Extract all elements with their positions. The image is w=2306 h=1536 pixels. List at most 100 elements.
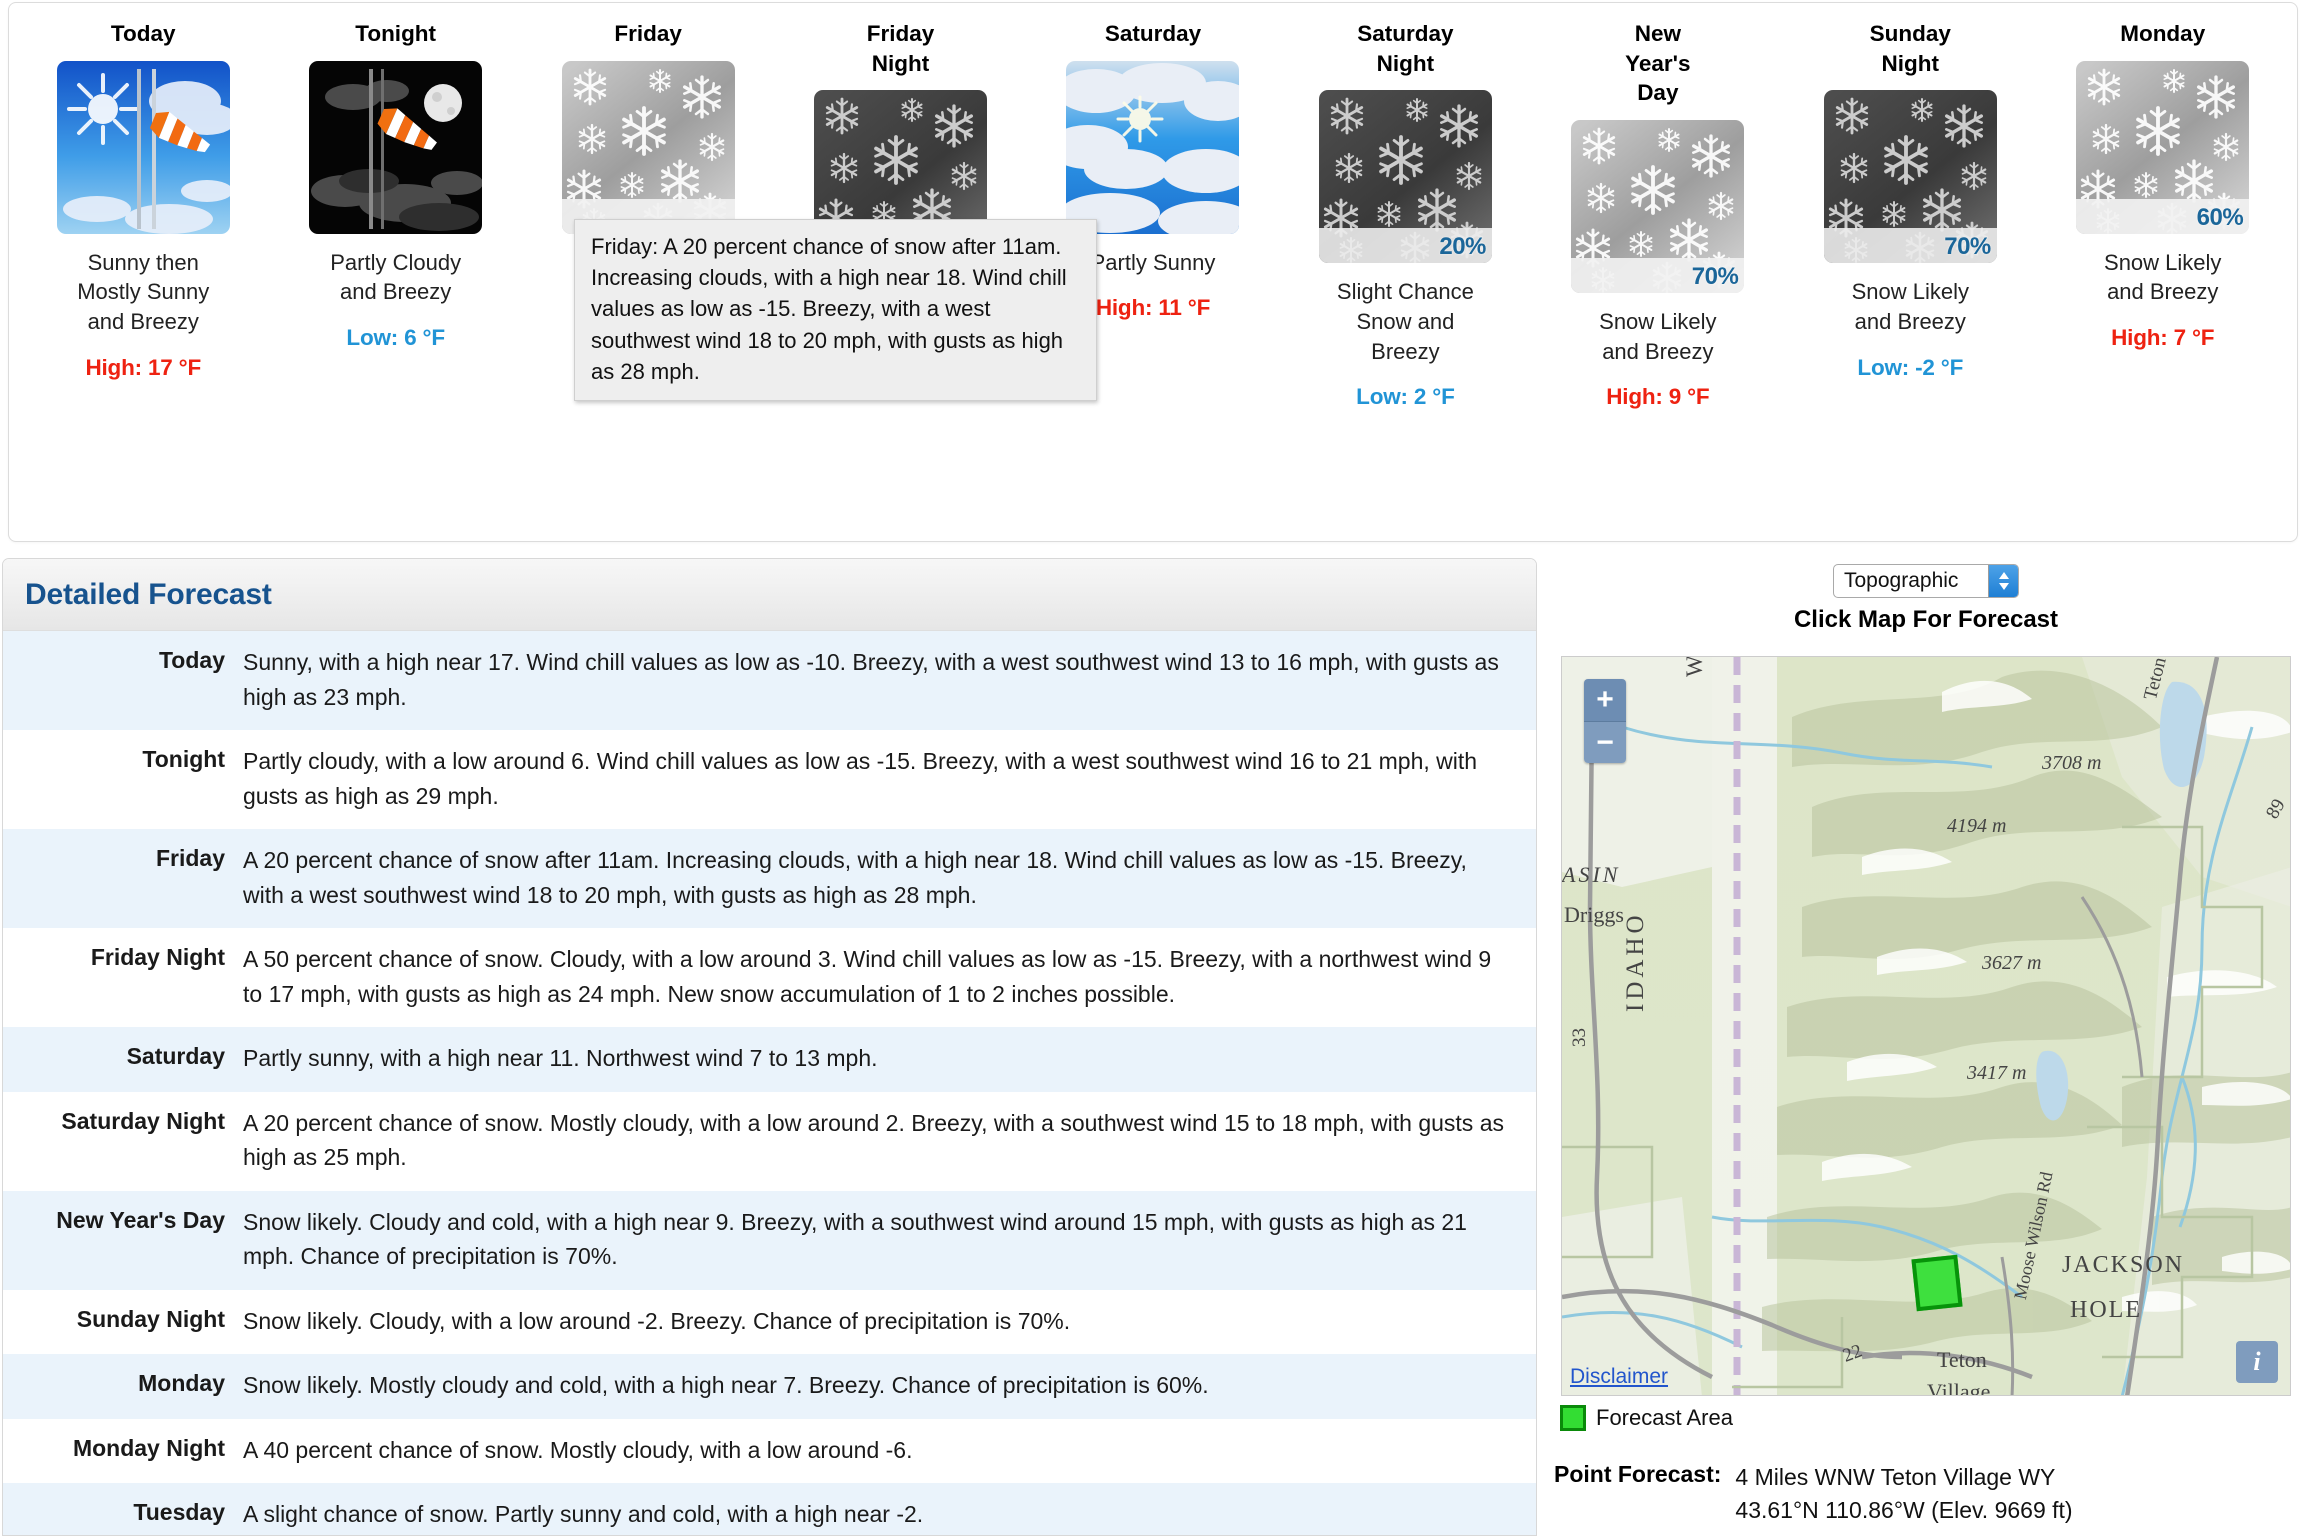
forecast-period[interactable]: Saturday Night 20% Slight Chance Snow and… bbox=[1279, 3, 1531, 541]
period-temperature: High: 17 °F bbox=[85, 354, 201, 380]
snow-night-icon: 20% bbox=[1318, 90, 1492, 264]
forecast-detail-text: Snow likely. Cloudy and cold, with a hig… bbox=[243, 1208, 1467, 1270]
forecast-detail-text: Snow likely. Cloudy, with a low around -… bbox=[243, 1307, 1071, 1334]
forecast-map[interactable]: WYOMASINDriggs3708 m4194 m3627 m3417 m33… bbox=[1561, 656, 2291, 1396]
sunny-windy-icon bbox=[56, 60, 230, 234]
chevron-updown-icon[interactable] bbox=[1988, 565, 2018, 597]
snow-day-icon bbox=[561, 60, 735, 234]
forecast-detail-period: Saturday bbox=[126, 1043, 225, 1069]
forecast-area-marker bbox=[1911, 1254, 1963, 1312]
forecast-tooltip: Friday: A 20 percent chance of snow afte… bbox=[574, 219, 1097, 402]
period-temperature: High: 11 °F bbox=[1095, 295, 1211, 321]
forecast-area-swatch bbox=[1560, 1405, 1586, 1431]
forecast-detail-row: Friday Night A 50 percent chance of snow.… bbox=[3, 928, 1536, 1027]
forecast-detail-period: Monday Night bbox=[72, 1434, 225, 1461]
forecast-detail-period: Tonight bbox=[142, 746, 225, 772]
period-name: New Year's Day bbox=[1625, 21, 1691, 106]
map-controls: Topographic Click Map For Forecast bbox=[1546, 558, 2306, 634]
point-forecast-block: Point Forecast: 4 Miles WNW Teton Villag… bbox=[1554, 1461, 2306, 1526]
snow-day-icon: 70% bbox=[1571, 120, 1745, 294]
detailed-forecast-header: Detailed Forecast bbox=[3, 559, 1536, 631]
forecast-detail-text: A 20 percent chance of snow. Mostly clou… bbox=[243, 1109, 1504, 1171]
period-temperature: High: 7 °F bbox=[2111, 325, 2215, 351]
click-map-label: Click Map For Forecast bbox=[1793, 606, 2059, 633]
snow-day-icon: 60% bbox=[2076, 60, 2250, 234]
forecast-detail-period: Friday Night bbox=[90, 944, 225, 970]
period-name: Monday bbox=[2120, 21, 2206, 46]
period-name: Sunday Night bbox=[1869, 21, 1951, 76]
forecast-detail-period: Saturday Night bbox=[61, 1107, 225, 1134]
period-temperature: Low: 6 °F bbox=[346, 325, 445, 351]
forecast-area-label: Forecast Area bbox=[1596, 1405, 1733, 1430]
info-icon[interactable]: i bbox=[2236, 1341, 2278, 1383]
map-layer-select[interactable]: Topographic bbox=[1833, 564, 2019, 598]
forecast-detail-text: Sunny, with a high near 17. Wind chill v… bbox=[243, 649, 1499, 710]
forecast-period[interactable]: Monday 60% Snow Likely and Breezy High: 7 … bbox=[2037, 3, 2289, 541]
forecast-detail-period: Friday bbox=[155, 845, 225, 871]
period-name: Friday Night bbox=[866, 21, 935, 76]
period-short-description: Partly Cloudy and Breezy bbox=[330, 249, 462, 305]
precip-probability-badge: 70% bbox=[1691, 263, 1739, 291]
precip-probability-badge: 60% bbox=[2196, 203, 2244, 231]
forecast-period[interactable]: Today Sunny then Mostly Sunny and Breezy… bbox=[17, 3, 269, 541]
forecast-detail-text: Partly sunny, with a high near 11. North… bbox=[243, 1045, 878, 1071]
period-short-description: Snow Likely and Breezy bbox=[1851, 279, 1969, 335]
map-panel: Topographic Click Map For Forecast ASIN … bbox=[1546, 558, 2306, 1536]
snow-night-icon: 70% bbox=[1823, 90, 1997, 264]
forecast-detail-row: Saturday Partly sunny, with a high near 1… bbox=[3, 1027, 1536, 1092]
period-name: Saturday bbox=[1104, 21, 1202, 46]
period-name: Today bbox=[110, 21, 176, 46]
zoom-in-button[interactable]: + bbox=[1584, 679, 1626, 721]
forecast-period-list: Today Sunny then Mostly Sunny and Breezy… bbox=[9, 3, 2297, 541]
detailed-forecast-title: Detailed Forecast bbox=[25, 577, 272, 611]
period-name: Tonight bbox=[355, 21, 437, 46]
map-zoom-controls[interactable]: + − bbox=[1584, 679, 1626, 763]
forecast-period[interactable]: New Year's Day 70% Snow Likely and Breezy… bbox=[1532, 3, 1784, 541]
detailed-forecast-panel: Detailed Forecast Today Sunny, with a hig… bbox=[2, 558, 1537, 1536]
period-temperature: High: 9 °F bbox=[1606, 384, 1710, 410]
precip-probability-badge: 70% bbox=[1944, 233, 1991, 261]
point-forecast-value: 4 Miles WNW Teton Village WY 43.61°N 110… bbox=[1735, 1461, 2072, 1526]
point-forecast-place: 4 Miles WNW Teton Village WY bbox=[1735, 1464, 2056, 1490]
forecast-detail-row: Friday A 20 percent chance of snow after … bbox=[3, 829, 1536, 928]
period-short-description: Snow Likely and Breezy bbox=[2104, 249, 2222, 305]
forecast-period[interactable]: Tonight Partly Cloudy and Breezy Low: 6 … bbox=[269, 3, 521, 541]
forecast-detail-row: Today Sunny, with a high near 17. Wind ch… bbox=[3, 631, 1536, 730]
forecast-detail-text: A 50 percent chance of snow. Cloudy, wit… bbox=[243, 946, 1492, 1007]
zoom-out-button[interactable]: − bbox=[1584, 721, 1626, 763]
period-short-description: Partly Sunny bbox=[1090, 249, 1216, 275]
period-short-description: Snow Likely and Breezy bbox=[1599, 309, 1717, 364]
period-name: Saturday Night bbox=[1357, 21, 1454, 76]
forecast-detail-row: Tuesday A slight chance of snow. Partly s… bbox=[3, 1483, 1536, 1535]
period-temperature: Low: -2 °F bbox=[1857, 354, 1964, 380]
forecast-detail-text: A slight chance of snow. Partly sunny an… bbox=[243, 1501, 924, 1527]
period-temperature: Low: 2 °F bbox=[1356, 384, 1455, 410]
detailed-forecast-rows: Today Sunny, with a high near 17. Wind ch… bbox=[3, 631, 1536, 1535]
disclaimer-link[interactable]: Disclaimer bbox=[1570, 1365, 1668, 1389]
forecast-detail-period: Sunday Night bbox=[76, 1305, 225, 1332]
forecast-detail-row: Tonight Partly cloudy, with a low around … bbox=[3, 730, 1536, 829]
map-legend: Forecast Area bbox=[1560, 1405, 2306, 1431]
forecast-detail-period: Tuesday bbox=[133, 1499, 225, 1525]
forecast-detail-row: Sunday Night Snow likely. Cloudy, with a … bbox=[3, 1289, 1536, 1354]
forecast-detail-text: Snow likely. Mostly cloudy and cold, wit… bbox=[243, 1372, 1209, 1398]
forecast-detail-text: A 20 percent chance of snow after 11am. … bbox=[243, 847, 1467, 908]
forecast-detail-row: Saturday Night A 20 percent chance of sno… bbox=[3, 1091, 1536, 1191]
forecast-detail-row: New Year's Day Snow likely. Cloudy and co… bbox=[3, 1190, 1536, 1290]
period-short-description: Slight Chance Snow and Breezy bbox=[1336, 279, 1474, 364]
partly-sunny-icon bbox=[1066, 60, 1240, 234]
precip-probability-badge: 20% bbox=[1439, 233, 1486, 261]
period-short-description: Sunny then Mostly Sunny and Breezy bbox=[77, 249, 210, 335]
forecast-detail-period: Monday bbox=[138, 1370, 225, 1396]
forecast-period[interactable]: Sunday Night 70% Snow Likely and Breezy Lo… bbox=[1784, 3, 2036, 541]
forecast-detail-period: New Year's Day bbox=[56, 1206, 225, 1233]
period-name: Friday bbox=[614, 21, 682, 46]
forecast-detail-text: A 40 percent chance of snow. Mostly clou… bbox=[243, 1436, 913, 1463]
map-layer-select-value: Topographic bbox=[1844, 569, 1959, 592]
forecast-detail-period: Today bbox=[158, 647, 225, 673]
night-partly-cloudy-windy-icon bbox=[309, 60, 483, 234]
point-forecast-coords: 43.61°N 110.86°W (Elev. 9669 ft) bbox=[1735, 1496, 2073, 1523]
forecast-strip-panel: Today Sunny then Mostly Sunny and Breezy… bbox=[8, 2, 2298, 542]
forecast-detail-text: Partly cloudy, with a low around 6. Wind… bbox=[243, 748, 1478, 809]
forecast-detail-row: Monday Snow likely. Mostly cloudy and col… bbox=[3, 1354, 1536, 1419]
